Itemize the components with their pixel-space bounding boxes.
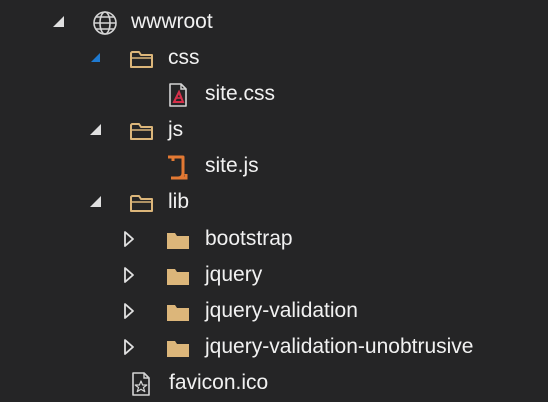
tree-item-js[interactable]: js <box>0 112 548 148</box>
folder-open-icon <box>130 123 153 140</box>
collapsed-arrow-icon[interactable] <box>120 302 138 320</box>
globe-icon <box>93 11 117 35</box>
scroll-edge-fragment <box>128 0 142 2</box>
folder-icon <box>167 233 189 249</box>
tree-item-label: jquery-validation-unobtrusive <box>205 335 474 358</box>
tree-item-label: lib <box>168 190 190 213</box>
expanded-arrow-icon[interactable] <box>87 49 105 67</box>
folder-open-icon <box>130 195 153 212</box>
tree-item-label: js <box>168 118 184 141</box>
tree-item-label: site.js <box>205 154 259 177</box>
tree-item-label: jquery-validation <box>205 299 358 322</box>
tree-item-site-css[interactable]: site.css <box>0 76 548 112</box>
js-file-icon <box>168 155 188 180</box>
tree-item-label: site.css <box>205 82 276 105</box>
tree-item-label: css <box>168 46 200 69</box>
tree-item-favicon[interactable]: favicon.ico <box>0 365 548 401</box>
folder-icon <box>167 269 189 285</box>
tree-item-label: favicon.ico <box>169 371 269 394</box>
tree-item-label: jquery <box>205 263 263 286</box>
solution-explorer-tree: wwwroot css site.css js site.js lib boot… <box>0 0 548 402</box>
tree-item-jquery[interactable]: jquery <box>0 257 548 293</box>
expanded-arrow-icon[interactable] <box>50 13 68 31</box>
collapsed-arrow-icon[interactable] <box>120 230 138 248</box>
tree-item-label: bootstrap <box>205 227 293 250</box>
folder-open-icon <box>130 51 153 68</box>
tree-item-site-js[interactable]: site.js <box>0 148 548 184</box>
tree-item-jquery-validation[interactable]: jquery-validation <box>0 293 548 329</box>
image-file-icon <box>132 372 150 396</box>
collapsed-arrow-icon[interactable] <box>120 338 138 356</box>
folder-icon <box>167 305 189 321</box>
tree-item-wwwroot[interactable]: wwwroot <box>0 4 548 40</box>
expanded-arrow-icon[interactable] <box>87 193 105 211</box>
folder-icon <box>167 341 189 357</box>
tree-item-bootstrap[interactable]: bootstrap <box>0 221 548 257</box>
collapsed-arrow-icon[interactable] <box>120 266 138 284</box>
tree-item-label: wwwroot <box>131 10 213 33</box>
expanded-arrow-icon[interactable] <box>87 121 105 139</box>
tree-item-jquery-validation-unobtrusive[interactable]: jquery-validation-unobtrusive <box>0 329 548 365</box>
tree-item-lib[interactable]: lib <box>0 184 548 220</box>
css-file-icon <box>169 83 187 107</box>
tree-item-css[interactable]: css <box>0 40 548 76</box>
